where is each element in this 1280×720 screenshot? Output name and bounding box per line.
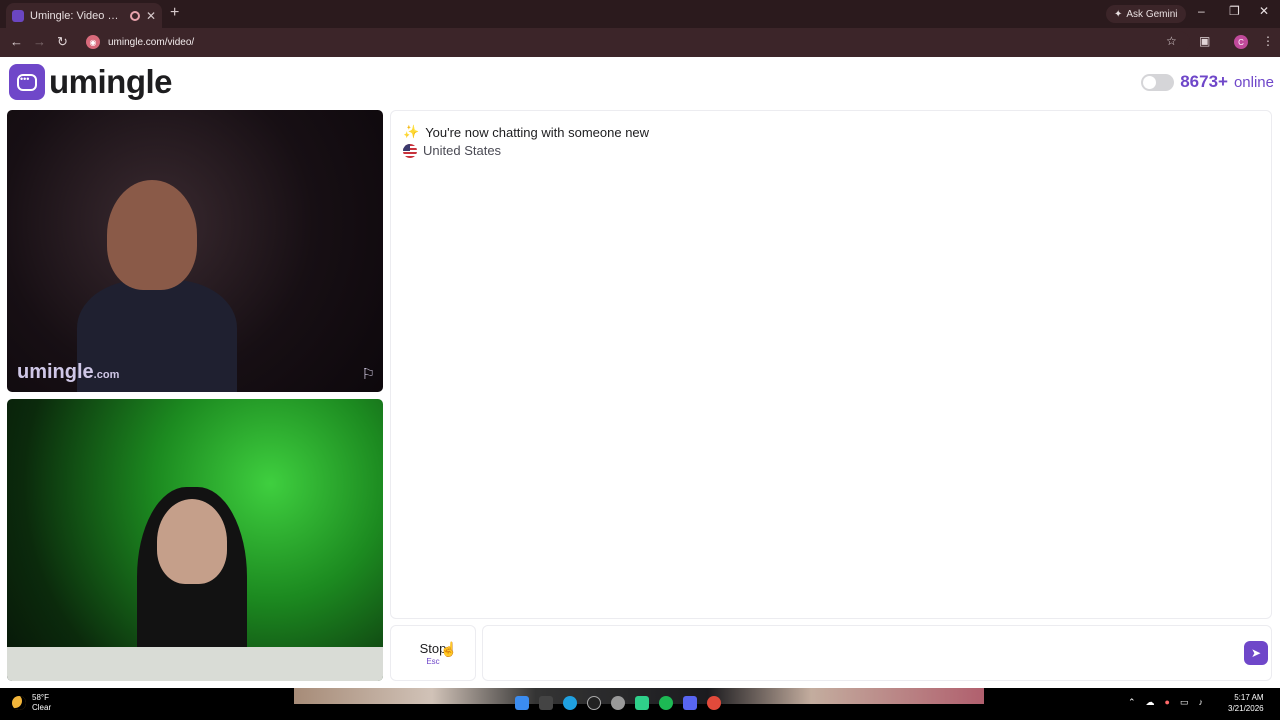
chrome-icon[interactable] [707,696,721,710]
taskbar-apps [515,696,721,710]
edge-icon[interactable] [563,696,577,710]
gemini-icon: ✦ [1114,8,1123,20]
side-panel-icon[interactable]: ▣ [1199,34,1210,48]
windows-start-icon[interactable] [515,696,529,710]
message-input[interactable] [482,625,1272,681]
chat-bubble-icon [17,73,37,91]
video-watermark: umingle.com [17,361,120,383]
spotify-icon[interactable] [659,696,673,710]
weather-temperature: 58°F [32,693,49,702]
reload-icon[interactable]: ↻ [57,34,68,50]
bookmark-star-icon[interactable]: ☆ [1166,34,1177,48]
self-keyboard [7,647,383,681]
moon-icon [12,696,26,710]
app-icon[interactable] [587,696,601,710]
onedrive-icon[interactable]: ☁ [1146,697,1155,708]
browser-tabbar: Umingle: Video Chat with S ✕ + ✦ Ask Gem… [0,0,1280,28]
ask-gemini-button[interactable]: ✦ Ask Gemini [1106,5,1186,23]
clock-time: 5:17 AM [1234,693,1264,702]
weather-widget[interactable]: 58°F Clear [12,693,51,713]
microphone-icon[interactable]: ● [1165,697,1170,708]
stranger-video: umingle.com ⚐ [7,110,383,392]
site-header: umingle 8673+ online [0,57,1280,107]
report-flag-icon[interactable]: ⚐ [362,365,375,383]
network-icon[interactable]: ▭ [1180,697,1189,708]
us-flag-icon [403,143,417,158]
taskbar-clock[interactable]: 5:17 AM 3/21/2026 [1228,692,1264,714]
site-info-icon[interactable]: ◉ [86,35,100,49]
forward-arrow-icon[interactable]: → [33,34,46,49]
stranger-head [107,180,197,290]
send-arrow-icon: ➤ [1250,646,1262,660]
online-indicator: 8673+ online [1141,72,1274,92]
self-video [7,399,383,681]
tray-chevron-icon[interactable]: ⌃ [1128,697,1136,708]
country-name: United States [423,143,502,158]
tab-title: Umingle: Video Chat with S [30,9,124,22]
back-arrow-icon[interactable]: ← [10,34,23,49]
ask-gemini-label: Ask Gemini [1126,8,1178,20]
chat-log: ✨ You're now chatting with someone new U… [390,110,1272,619]
stop-shortcut-hint: Esc [426,656,440,666]
system-message-text: You're now chatting with someone new [425,124,650,140]
theme-toggle[interactable] [1141,73,1175,91]
volume-icon[interactable]: ♪ [1199,697,1204,708]
address-bar[interactable]: ◉ umingle.com/video/ [80,31,1190,53]
sparkle-icon: ✨ [403,124,420,139]
toggle-knob [1143,75,1157,89]
online-count: 8673+ [1180,72,1228,91]
system-message: ✨ You're now chatting with someone new [403,124,649,140]
umingle-logo-icon[interactable] [9,64,45,100]
discord-icon[interactable] [683,696,697,710]
app-green-icon[interactable] [635,696,649,710]
close-tab-icon[interactable]: ✕ [146,9,156,23]
stop-button[interactable]: Stop Esc [390,625,476,681]
send-button[interactable]: ➤ [1244,641,1268,665]
windows-taskbar: 58°F Clear ⌃ ☁ ● ▭ ♪ 5:17 AM 3/21/2026 [0,688,1280,720]
weather-condition: Clear [32,703,52,712]
clock-date: 3/21/2026 [1228,704,1264,713]
logo-text[interactable]: umingle [49,63,173,101]
browser-tab[interactable]: Umingle: Video Chat with S ✕ [6,3,162,28]
site-favicon-icon [12,9,24,22]
address-url: umingle.com/video/ [108,36,195,48]
restore-window-icon[interactable]: ❐ [1229,4,1240,18]
audio-recording-icon [129,10,140,21]
mouse-cursor-icon: ☝ [440,641,458,657]
search-icon[interactable] [539,696,553,710]
menu-kebab-icon[interactable]: ⋮ [1262,34,1274,48]
obs-icon[interactable] [611,696,625,710]
minimize-window-icon[interactable]: – [1198,4,1205,18]
profile-avatar[interactable]: C [1234,35,1248,49]
online-label: online [1233,73,1274,91]
stranger-country: United States [403,143,501,158]
close-window-icon[interactable]: ✕ [1259,4,1269,18]
new-tab-button[interactable]: + [170,4,179,22]
self-head [157,499,227,584]
system-tray: ⌃ ☁ ● ▭ ♪ [1128,697,1203,708]
browser-toolbar: ← → ↻ ◉ umingle.com/video/ ☆ ▣ C ⋮ [0,28,1280,57]
